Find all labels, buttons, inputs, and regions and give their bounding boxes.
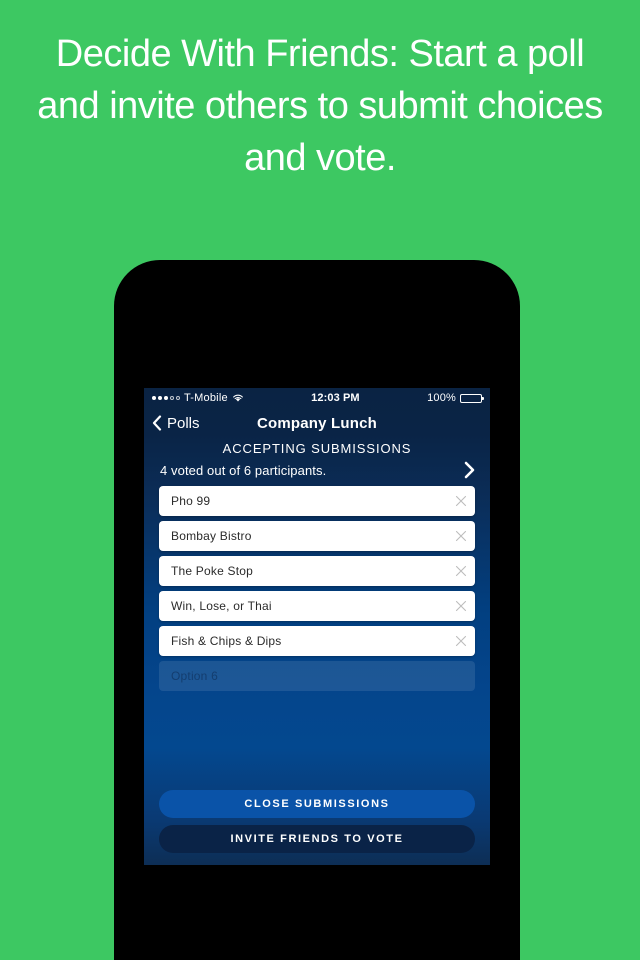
status-bar: T-Mobile 12:03 PM 100%	[144, 388, 490, 408]
participants-label: 4 voted out of 6 participants.	[160, 462, 327, 478]
status-bar-right: 100%	[427, 392, 484, 404]
close-icon[interactable]	[453, 528, 469, 544]
back-button-label: Polls	[167, 414, 200, 432]
chevron-left-icon	[152, 415, 162, 431]
status-bar-clock: 12:03 PM	[311, 392, 360, 404]
poll-status-label: ACCEPTING SUBMISSIONS	[222, 441, 412, 456]
option-text[interactable]: Fish & Chips & Dips	[171, 634, 453, 648]
battery-icon	[460, 393, 484, 403]
option-row-empty[interactable]: Option 6	[159, 661, 475, 691]
battery-percent-label: 100%	[427, 392, 456, 404]
option-text[interactable]: Win, Lose, or Thai	[171, 599, 453, 613]
option-row[interactable]: The Poke Stop	[159, 556, 475, 586]
wifi-icon	[232, 393, 244, 403]
close-icon[interactable]	[453, 633, 469, 649]
invite-friends-button[interactable]: INVITE FRIENDS TO VOTE	[159, 825, 475, 853]
navigation-bar: Polls Company Lunch	[144, 408, 490, 438]
promo-headline: Decide With Friends: Start a poll and in…	[37, 33, 603, 179]
option-text[interactable]: Pho 99	[171, 494, 453, 508]
close-icon[interactable]	[453, 493, 469, 509]
options-list: Pho 99 Bombay Bistro The Poke Stop Win, …	[144, 486, 490, 691]
status-bar-left: T-Mobile	[152, 392, 244, 404]
option-row[interactable]: Bombay Bistro	[159, 521, 475, 551]
option-row[interactable]: Pho 99	[159, 486, 475, 516]
option-placeholder[interactable]: Option 6	[171, 669, 469, 683]
close-submissions-button[interactable]: CLOSE SUBMISSIONS	[159, 790, 475, 818]
signal-strength-icon	[152, 396, 180, 400]
action-buttons: CLOSE SUBMISSIONS INVITE FRIENDS TO VOTE	[144, 790, 490, 865]
option-row[interactable]: Fish & Chips & Dips	[159, 626, 475, 656]
close-icon[interactable]	[453, 563, 469, 579]
participants-row[interactable]: 4 voted out of 6 participants.	[144, 459, 490, 486]
option-text[interactable]: Bombay Bistro	[171, 529, 453, 543]
carrier-label: T-Mobile	[184, 392, 228, 404]
option-row[interactable]: Win, Lose, or Thai	[159, 591, 475, 621]
option-text[interactable]: The Poke Stop	[171, 564, 453, 578]
phone-screen: T-Mobile 12:03 PM 100% Polls Company Lun…	[144, 388, 490, 865]
close-icon[interactable]	[453, 598, 469, 614]
back-button[interactable]: Polls	[152, 415, 200, 432]
chevron-right-icon[interactable]	[462, 460, 476, 480]
